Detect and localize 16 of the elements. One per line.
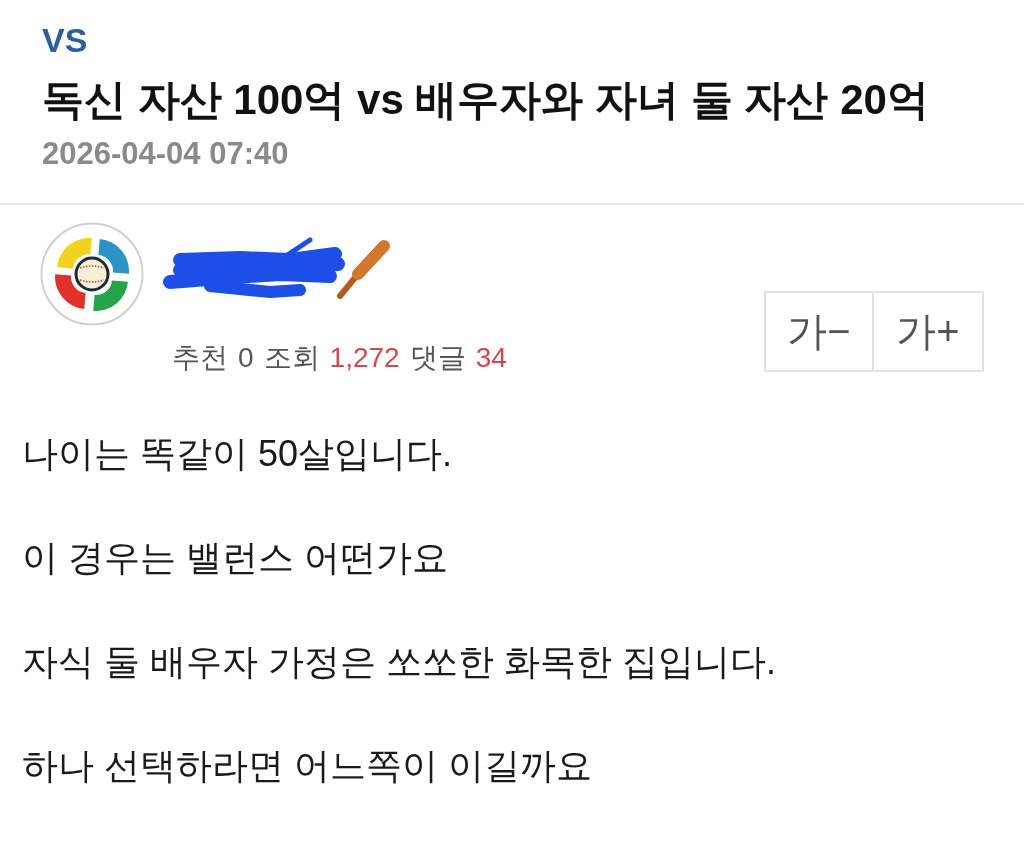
stat-label: 추천 — [172, 342, 228, 374]
stat-value: 0 — [238, 342, 254, 374]
stat-value: 1,272 — [329, 342, 400, 374]
post-title: 독신 자산 100억 vs 배우자와 자녀 둘 자산 20억 — [42, 76, 929, 124]
stat-label: 조회 — [263, 342, 320, 374]
font-increase-button[interactable]: 가+ — [874, 291, 984, 372]
body-paragraph: 자식 둘 배우자 가정은 쏘쏘한 화목한 집입니다. — [22, 640, 776, 684]
body-paragraph: 나이는 똑같이 50살입니다. — [22, 432, 453, 476]
stat-value: 34 — [475, 342, 507, 374]
font-decrease-button[interactable]: 가− — [764, 291, 874, 372]
category-label[interactable]: VS — [42, 20, 88, 60]
post-date: 2026-04-04 07:40 — [42, 138, 289, 170]
stat-label: 댓글 — [409, 342, 466, 374]
body-paragraph: 하나 선택하라면 어느쪽이 이길까요 — [22, 744, 592, 788]
body-paragraph: 이 경우는 밸런스 어떤가요 — [22, 536, 448, 580]
baseball-emblem-icon — [40, 222, 144, 326]
